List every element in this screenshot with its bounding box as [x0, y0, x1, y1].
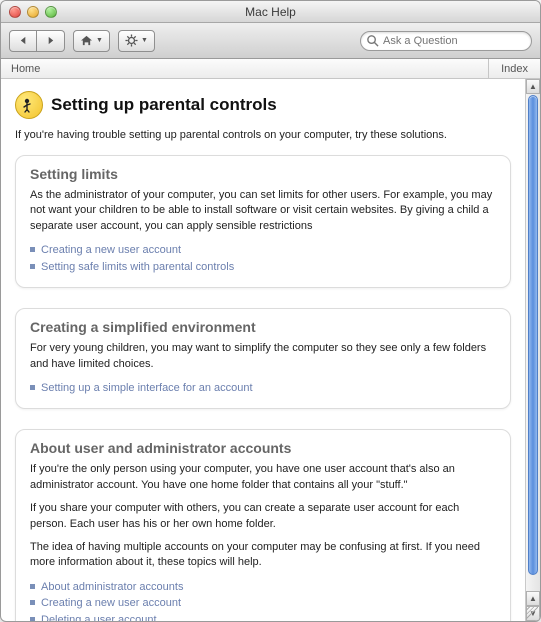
help-link[interactable]: Creating a new user account: [41, 595, 181, 612]
page-intro: If you're having trouble setting up pare…: [15, 129, 511, 141]
section-paragraph: For very young children, you may want to…: [30, 341, 496, 372]
search-input[interactable]: [360, 31, 532, 51]
page-header: Setting up parental controls: [15, 91, 511, 119]
resize-handle[interactable]: [526, 607, 538, 619]
scroll-up-button[interactable]: ▲: [526, 591, 540, 606]
back-button[interactable]: [9, 30, 37, 52]
person-icon: [21, 97, 37, 113]
index-button[interactable]: Index: [488, 59, 540, 78]
section-paragraph: If you're the only person using your com…: [30, 462, 496, 493]
parental-controls-icon: [15, 91, 43, 119]
section-simplified-environment: Creating a simplified environment For ve…: [15, 308, 511, 409]
list-item: Setting safe limits with parental contro…: [30, 259, 496, 276]
section-paragraph: If you share your computer with others, …: [30, 501, 496, 532]
list-item: Creating a new user account: [30, 242, 496, 259]
section-paragraph: As the administrator of your computer, y…: [30, 188, 496, 234]
forward-button[interactable]: [37, 30, 65, 52]
content: Setting up parental controls If you're h…: [1, 79, 525, 621]
home-icon: [80, 35, 93, 46]
list-item: Deleting a user account: [30, 612, 496, 621]
home-menu-button[interactable]: ▼: [73, 30, 110, 52]
page-title: Setting up parental controls: [51, 95, 277, 115]
scroll-up-button[interactable]: ▲: [526, 79, 540, 94]
section-setting-limits: Setting limits As the administrator of y…: [15, 155, 511, 288]
gear-icon: [125, 34, 138, 47]
link-list: Setting up a simple interface for an acc…: [30, 380, 496, 397]
link-list: About administrator accounts Creating a …: [30, 579, 496, 621]
section-heading: Setting limits: [30, 166, 496, 182]
scroll-thumb[interactable]: [528, 95, 538, 575]
forward-icon: [46, 36, 55, 45]
navstrip: Home Index: [1, 59, 540, 79]
titlebar: Mac Help: [1, 1, 540, 23]
help-link[interactable]: Deleting a user account: [41, 612, 157, 621]
help-window: Mac Help ▼ ▼ Home Index: [0, 0, 541, 622]
section-heading: About user and administrator accounts: [30, 440, 496, 456]
section-heading: Creating a simplified environment: [30, 319, 496, 335]
help-link[interactable]: Creating a new user account: [41, 242, 181, 259]
vertical-scrollbar[interactable]: ▲ ▲ ▼: [525, 79, 540, 621]
search-icon: [366, 34, 379, 47]
section-about-accounts: About user and administrator accounts If…: [15, 429, 511, 621]
breadcrumb-home[interactable]: Home: [1, 63, 488, 75]
help-link[interactable]: Setting safe limits with parental contro…: [41, 259, 234, 276]
action-menu-button[interactable]: ▼: [118, 30, 155, 52]
chevron-down-icon: ▼: [141, 37, 148, 44]
list-item: About administrator accounts: [30, 579, 496, 596]
search-wrap: [360, 31, 532, 51]
toolbar: ▼ ▼: [1, 23, 540, 59]
window-title: Mac Help: [1, 5, 540, 19]
content-wrap: Setting up parental controls If you're h…: [1, 79, 540, 621]
back-icon: [19, 36, 28, 45]
nav-back-forward: [9, 30, 65, 52]
help-link[interactable]: About administrator accounts: [41, 579, 183, 596]
chevron-down-icon: ▼: [96, 37, 103, 44]
link-list: Creating a new user account Setting safe…: [30, 242, 496, 275]
help-link[interactable]: Setting up a simple interface for an acc…: [41, 380, 253, 397]
list-item: Creating a new user account: [30, 595, 496, 612]
section-paragraph: The idea of having multiple accounts on …: [30, 540, 496, 571]
list-item: Setting up a simple interface for an acc…: [30, 380, 496, 397]
